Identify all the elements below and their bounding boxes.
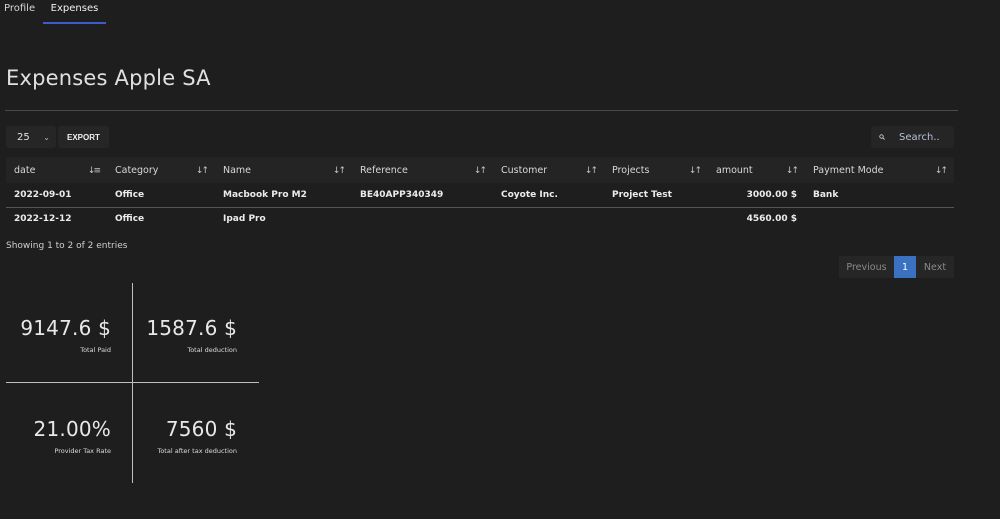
table-row[interactable]: 2022-09-01 Office Macbook Pro M2 BE40APP… (6, 183, 954, 208)
stats-grid: 9147.6 $ Total Paid 1587.6 $ Total deduc… (6, 283, 259, 483)
column-header-date[interactable]: date ↓≡ (6, 157, 107, 183)
stat-value: 9147.6 $ (20, 316, 111, 340)
cell-projects (604, 207, 708, 231)
column-header-payment-mode[interactable]: Payment Mode ↓↑ (805, 157, 954, 183)
page-1-button[interactable]: 1 (894, 256, 916, 278)
cell-date: 2022-09-01 (6, 183, 107, 208)
next-page-button[interactable]: Next (916, 256, 954, 278)
cell-customer (493, 207, 604, 231)
cell-payment-mode: Bank (805, 183, 954, 208)
stat-label: Total after tax deduction (157, 447, 237, 455)
stat-total-after-tax: 7560 $ Total after tax deduction (132, 417, 237, 455)
expenses-table: date ↓≡ Category ↓↑ Name ↓↑ Reference ↓↑ Cus… (6, 157, 954, 231)
table-info: Showing 1 to 2 of 2 entries (6, 241, 128, 251)
column-header-name[interactable]: Name ↓↑ (215, 157, 352, 183)
stat-label: Total deduction (187, 346, 237, 354)
cell-amount: 3000.00 $ (708, 183, 805, 208)
cell-name: Macbook Pro M2 (215, 183, 352, 208)
stat-label: Total Paid (80, 346, 111, 354)
stat-provider-tax-rate: 21.00% Provider Tax Rate (6, 417, 111, 455)
column-header-reference[interactable]: Reference ↓↑ (352, 157, 493, 183)
cell-category: Office (115, 214, 145, 225)
tab-profile[interactable]: Profile (4, 0, 42, 24)
column-header-customer[interactable]: Customer ↓↑ (493, 157, 604, 183)
stat-value: 21.00% (33, 417, 111, 441)
stat-label: Provider Tax Rate (54, 447, 111, 455)
stat-total-deduction: 1587.6 $ Total deduction (132, 316, 237, 354)
column-header-amount[interactable]: amount ↓↑ (708, 157, 805, 183)
sort-icon: ↓↑ (584, 166, 598, 176)
search-icon (879, 134, 885, 140)
cell-reference: BE40APP340349 (352, 183, 493, 208)
sort-icon: ↓↑ (688, 166, 702, 176)
cell-date: 2022-12-12 (14, 214, 72, 225)
table-row[interactable]: 2022-12-12 Office Ipad Pro 4560.00 $ (6, 207, 954, 231)
pagination: Previous 1 Next (839, 256, 954, 278)
stat-total-paid: 9147.6 $ Total Paid (6, 316, 111, 354)
cell-amount: 4560.00 $ (746, 214, 797, 225)
sort-icon: ↓↑ (332, 166, 346, 176)
chevron-down-icon: ⌄ (43, 132, 50, 142)
stat-value: 1587.6 $ (146, 316, 237, 340)
table-toolbar: 25 ⌄ EXPORT (6, 126, 109, 148)
sort-ascending-icon: ↓≡ (87, 166, 101, 176)
column-header-projects[interactable]: Projects ↓↑ (604, 157, 708, 183)
tab-expenses[interactable]: Expenses (43, 0, 106, 24)
cell-category: Office (107, 183, 215, 208)
table-header-row: date ↓≡ Category ↓↑ Name ↓↑ Reference ↓↑ Cus… (6, 157, 954, 183)
cell-customer: Coyote Inc. (493, 183, 604, 208)
column-header-category[interactable]: Category ↓↑ (107, 157, 215, 183)
cell-reference (352, 207, 493, 231)
page-length-value: 25 (17, 131, 30, 143)
export-button[interactable]: EXPORT (58, 126, 109, 148)
tab-bar: Profile Expenses (0, 0, 106, 24)
page-length-select[interactable]: 25 ⌄ (6, 126, 56, 148)
sort-icon: ↓↑ (473, 166, 487, 176)
cell-projects: Project Test (604, 183, 708, 208)
sort-icon: ↓↑ (785, 166, 799, 176)
stat-value: 7560 $ (165, 417, 237, 441)
previous-page-button[interactable]: Previous (839, 256, 894, 278)
search-input[interactable] (899, 131, 954, 143)
sort-icon: ↓↑ (934, 166, 948, 176)
page-title: Expenses Apple SA (6, 66, 211, 90)
divider (6, 382, 259, 383)
sort-icon: ↓↑ (195, 166, 209, 176)
cell-payment-mode (805, 207, 954, 231)
divider (5, 110, 958, 111)
cell-name: Ipad Pro (223, 214, 266, 225)
search-box[interactable] (871, 126, 954, 148)
